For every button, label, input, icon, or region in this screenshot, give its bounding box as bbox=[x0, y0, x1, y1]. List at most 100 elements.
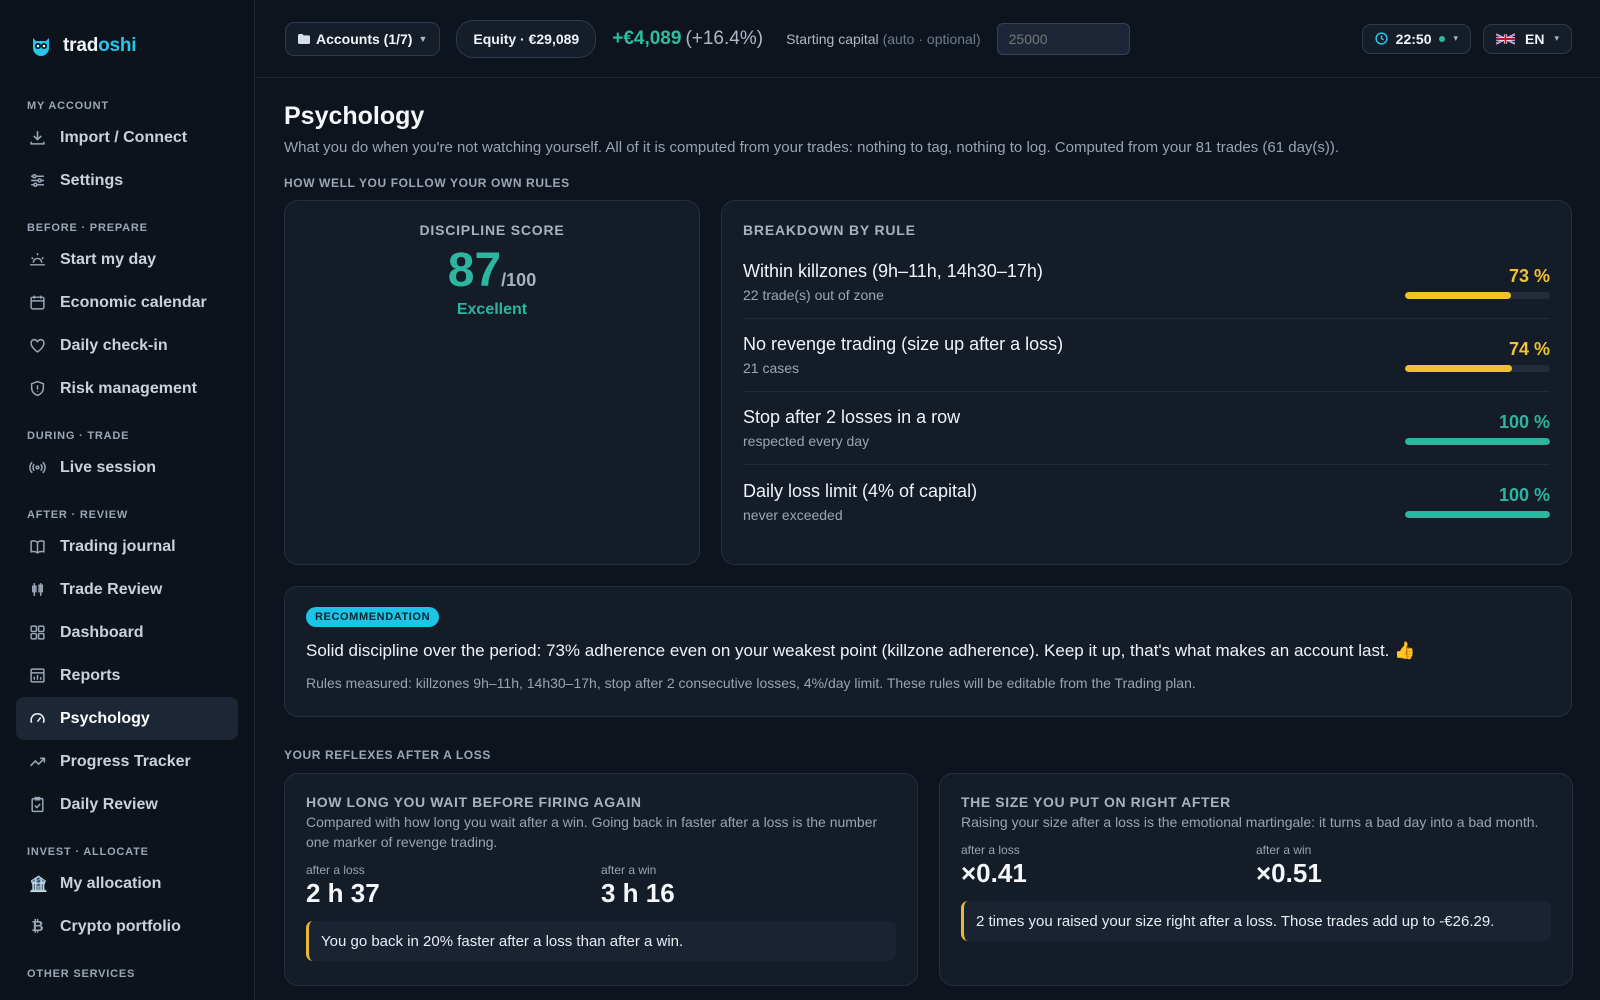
stat-label: after a win bbox=[1256, 843, 1312, 857]
bitcoin-icon: ₿ bbox=[31, 918, 44, 935]
wait-time-insight: You go back in 20% faster after a loss t… bbox=[306, 921, 896, 961]
uk-flag-icon bbox=[1496, 32, 1516, 45]
wait-time-title: HOW LONG YOU WAIT BEFORE FIRING AGAIN bbox=[306, 794, 642, 810]
rule-progress-bar bbox=[1405, 291, 1550, 299]
sidebar-item-daily-checkin[interactable]: Daily check-in bbox=[16, 324, 238, 367]
sidebar-item-label: Progress Tracker bbox=[60, 752, 191, 770]
page-title: Psychology bbox=[284, 102, 425, 130]
stat-value: 2 h 37 bbox=[306, 878, 380, 908]
sidebar-item-settings[interactable]: Settings bbox=[16, 159, 238, 202]
rule-percent: 100 % bbox=[1498, 485, 1550, 505]
chevron-down-icon: ▾ bbox=[1453, 33, 1459, 43]
status-dot-icon bbox=[1439, 35, 1446, 42]
stat-label: after a loss bbox=[961, 843, 1020, 857]
top-bar: Accounts (1/7) ▼ Equity · €29,089 +€4,08… bbox=[256, 0, 1600, 78]
rule-note: 21 cases bbox=[743, 360, 800, 376]
size-title: THE SIZE YOU PUT ON RIGHT AFTER bbox=[961, 794, 1231, 810]
sidebar-item-trade-review[interactable]: Trade Review bbox=[16, 568, 238, 611]
discipline-score-label: DISCIPLINE SCORE bbox=[419, 222, 565, 238]
stat-value: ×0.41 bbox=[961, 858, 1027, 888]
after-win-stat: after a win ×0.51 bbox=[1256, 843, 1551, 889]
rule-progress-bar bbox=[1405, 364, 1550, 372]
rule-row: No revenge trading (size up after a loss… bbox=[743, 319, 1550, 392]
sidebar-item-label: Settings bbox=[60, 171, 124, 189]
sliders-icon bbox=[31, 173, 44, 188]
rule-row: Daily loss limit (4% of capital) never e… bbox=[743, 465, 1550, 538]
nav-section-before: BEFORE · PREPARE bbox=[27, 222, 148, 234]
sidebar-item-trading-journal[interactable]: Trading journal bbox=[16, 525, 238, 568]
sidebar-item-start-day[interactable]: Start my day bbox=[16, 238, 238, 281]
language-dropdown[interactable]: EN ▾ bbox=[1483, 23, 1572, 54]
sidebar-item-my-allocation[interactable]: 🏦 My allocation bbox=[16, 862, 238, 905]
clock-icon bbox=[1375, 32, 1388, 45]
rule-percent: 73 % bbox=[1508, 265, 1550, 286]
nav-section-invest: INVEST · ALLOCATE bbox=[27, 846, 149, 858]
accounts-label: Accounts (1/7) bbox=[316, 30, 413, 47]
shield-icon bbox=[30, 380, 45, 397]
sidebar-item-reports[interactable]: Reports bbox=[16, 654, 238, 697]
sidebar: tradoshi MY ACCOUNT Import / Connect Set… bbox=[0, 0, 255, 1000]
owl-logo-icon bbox=[33, 38, 49, 56]
sidebar-item-label: Psychology bbox=[60, 709, 150, 727]
sidebar-item-psychology[interactable]: Psychology bbox=[16, 697, 238, 740]
rule-title: Stop after 2 losses in a row bbox=[743, 407, 961, 427]
sidebar-item-label: Dashboard bbox=[60, 623, 144, 641]
sidebar-item-daily-review[interactable]: Daily Review bbox=[16, 783, 238, 826]
rule-progress-bar bbox=[1405, 511, 1550, 518]
rule-note: 22 trade(s) out of zone bbox=[743, 287, 884, 303]
rule-progress-bar bbox=[1405, 437, 1550, 445]
trending-up-icon bbox=[30, 757, 46, 767]
sidebar-item-label: Import / Connect bbox=[60, 128, 188, 146]
starting-capital-input[interactable] bbox=[996, 22, 1130, 55]
after-win-stat: after a win 3 h 16 bbox=[601, 863, 896, 909]
brand-name: tradoshi bbox=[63, 35, 137, 56]
sidebar-item-economic-calendar[interactable]: Economic calendar bbox=[16, 281, 238, 324]
sidebar-item-dashboard[interactable]: Dashboard bbox=[16, 611, 238, 654]
download-icon bbox=[30, 131, 45, 145]
sunrise-icon bbox=[30, 253, 45, 266]
sidebar-item-label: Reports bbox=[60, 666, 121, 684]
score-value: 87 bbox=[447, 244, 502, 297]
sidebar-item-label: Start my day bbox=[60, 250, 157, 268]
sidebar-item-label: Trading journal bbox=[60, 537, 176, 555]
rule-list: Within killzones (9h–11h, 14h30–17h) 22 … bbox=[743, 246, 1550, 538]
rule-progress-fill bbox=[1405, 291, 1511, 299]
clock-dropdown[interactable]: 22:50 ▾ bbox=[1361, 23, 1472, 54]
rule-title: No revenge trading (size up after a loss… bbox=[743, 334, 1064, 354]
sidebar-item-import[interactable]: Import / Connect bbox=[16, 116, 238, 159]
open-book-icon bbox=[30, 540, 45, 554]
nav-section-after: AFTER · REVIEW bbox=[27, 509, 129, 521]
rule-progress-fill bbox=[1405, 437, 1550, 445]
sidebar-item-progress-tracker[interactable]: Progress Tracker bbox=[16, 740, 238, 783]
sidebar-item-label: Live session bbox=[60, 458, 157, 476]
size-description: Raising your size after a loss is the em… bbox=[961, 814, 1539, 830]
sidebar-item-live-session[interactable]: Live session bbox=[16, 446, 238, 489]
accounts-dropdown[interactable]: Accounts (1/7) ▼ bbox=[285, 21, 441, 56]
rule-title: Daily loss limit (4% of capital) bbox=[743, 480, 978, 501]
pnl-value: +€4,089 bbox=[612, 27, 682, 49]
brand-logo[interactable]: tradoshi bbox=[16, 28, 238, 64]
page-subtitle: What you do when you're not watching you… bbox=[284, 139, 1340, 156]
chevron-down-icon: ▼ bbox=[418, 33, 428, 44]
sidebar-item-crypto-portfolio[interactable]: ₿ Crypto portfolio bbox=[16, 905, 238, 948]
stat-value: 3 h 16 bbox=[601, 878, 675, 908]
stat-label: after a win bbox=[601, 863, 657, 877]
sidebar-item-label: Crypto portfolio bbox=[60, 917, 181, 935]
calendar-icon bbox=[30, 295, 45, 310]
sidebar-item-label: Daily check-in bbox=[60, 336, 168, 354]
sidebar-item-risk-management[interactable]: Risk management bbox=[16, 367, 238, 410]
recommendation-card: RECOMMENDATION Solid discipline over the… bbox=[284, 586, 1572, 717]
score-denominator: /100 bbox=[501, 270, 537, 290]
stat-value: ×0.51 bbox=[1256, 858, 1322, 888]
chevron-down-icon: ▾ bbox=[1554, 33, 1559, 43]
language-code: EN bbox=[1525, 30, 1545, 47]
sidebar-item-label: Economic calendar bbox=[60, 293, 207, 311]
candlestick-icon bbox=[31, 583, 44, 596]
rule-row: Stop after 2 losses in a row respected e… bbox=[743, 392, 1550, 465]
breakdown-label: BREAKDOWN BY RULE bbox=[743, 222, 916, 238]
dashboard-grid-icon bbox=[30, 625, 45, 640]
discipline-score-card: DISCIPLINE SCORE 87/100 Excellent bbox=[284, 200, 700, 565]
sidebar-item-label: My allocation bbox=[60, 874, 162, 892]
sidebar-item-label: Risk management bbox=[60, 379, 197, 397]
equity-label: Equity · €29,089 bbox=[473, 30, 580, 47]
